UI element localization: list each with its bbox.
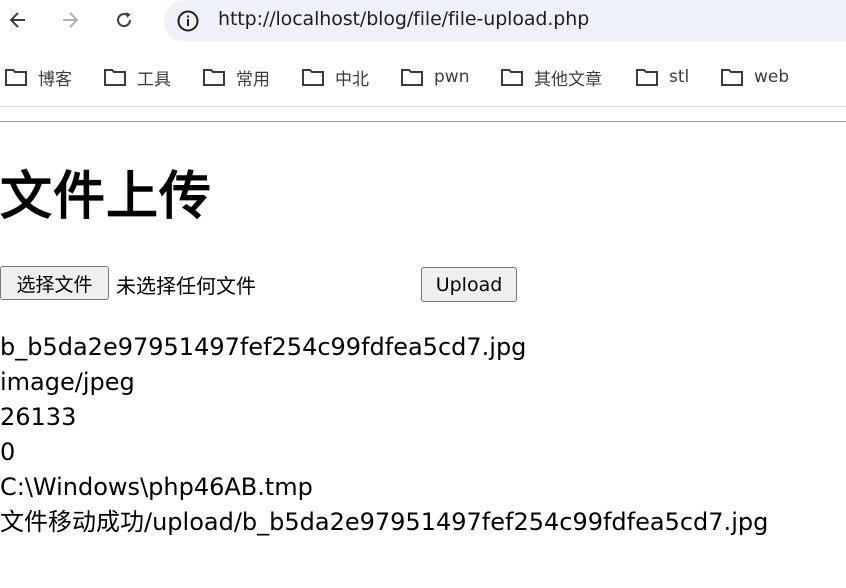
choose-file-button[interactable]: 选择文件 — [0, 266, 109, 300]
toolbar-divider — [0, 106, 846, 107]
folder-icon — [636, 69, 658, 86]
arrow-right-icon — [63, 12, 79, 28]
bookmark-label: 常用 — [236, 69, 270, 90]
bookmark-common[interactable]: 常用 — [202, 58, 270, 96]
reload-button[interactable] — [110, 6, 138, 34]
output-line-mime-type: image/jpeg — [0, 368, 135, 396]
browser-toolbar: http://localhost/blog/file/file-upload.p… — [0, 0, 846, 44]
bookmark-blog[interactable]: 博客 — [4, 58, 72, 96]
output-line-move-result: 文件移动成功/upload/b_b5da2e97951497fef254c99f… — [0, 508, 769, 536]
bookmark-tools[interactable]: 工具 — [103, 58, 171, 96]
upload-button[interactable]: Upload — [421, 267, 517, 302]
page-divider — [0, 121, 846, 122]
bookmark-label: 博客 — [38, 69, 72, 90]
page-title: 文件上传 — [0, 167, 213, 227]
bookmark-zhongbei[interactable]: 中北 — [301, 58, 369, 96]
folder-icon — [401, 69, 423, 86]
reload-icon — [117, 12, 132, 28]
folder-icon — [203, 69, 225, 86]
folder-icon — [501, 69, 523, 86]
upload-output: b_b5da2e97951497fef254c99fdfea5cd7.jpg i… — [0, 330, 768, 540]
bookmark-pwn[interactable]: pwn — [400, 58, 469, 96]
bookmark-label: stl — [669, 67, 690, 87]
folder-icon — [104, 69, 126, 86]
info-icon[interactable] — [176, 9, 200, 33]
arrow-left-icon — [9, 12, 25, 28]
url-text[interactable]: http://localhost/blog/file/file-upload.p… — [218, 8, 589, 30]
bookmark-label: 工具 — [137, 69, 171, 90]
bookmark-stl[interactable]: stl — [635, 58, 689, 96]
back-button[interactable] — [4, 6, 32, 34]
bookmark-label: 中北 — [335, 69, 369, 90]
output-line-error-code: 0 — [0, 438, 16, 466]
output-line-size: 26133 — [0, 403, 77, 431]
bookmark-other-articles[interactable]: 其他文章 — [500, 58, 602, 96]
folder-icon — [302, 69, 324, 86]
bookmark-label: pwn — [434, 67, 470, 87]
forward-button[interactable] — [56, 6, 84, 34]
output-line-filename: b_b5da2e97951497fef254c99fdfea5cd7.jpg — [0, 333, 527, 361]
bookmarks-bar: 博客 工具 常用 中北 pwn 其他文章 stl web — [0, 58, 846, 96]
bookmark-label: 其他文章 — [534, 69, 602, 90]
file-status-text: 未选择任何文件 — [116, 274, 256, 298]
bookmark-web[interactable]: web — [720, 58, 789, 96]
folder-icon — [5, 69, 27, 86]
output-line-tmp-path: C:\Windows\php46AB.tmp — [0, 473, 313, 501]
bookmark-label: web — [754, 67, 790, 87]
folder-icon — [721, 69, 743, 86]
